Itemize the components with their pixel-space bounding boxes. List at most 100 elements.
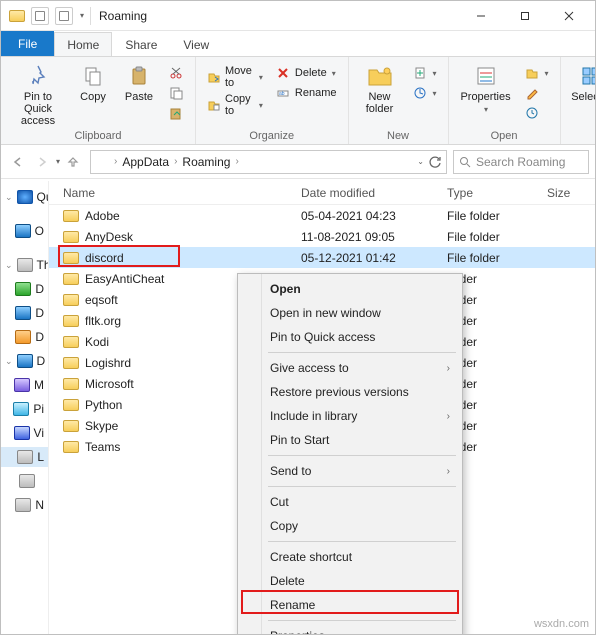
expand-icon[interactable]: ⌄	[5, 356, 13, 367]
chevron-right-icon[interactable]: ›	[111, 156, 120, 167]
expand-icon[interactable]: ⌄	[5, 192, 13, 203]
file-name: Kodi	[85, 335, 109, 349]
file-name: Teams	[85, 440, 120, 454]
folder-icon	[63, 441, 79, 453]
col-name[interactable]: Name	[49, 186, 293, 200]
nav-item-label: D	[37, 354, 46, 368]
up-button[interactable]	[62, 151, 84, 173]
copy-to-button[interactable]: Copy to▾	[204, 92, 266, 118]
col-type[interactable]: Type	[439, 186, 539, 200]
nav-tree-item[interactable]: ⌄Th	[1, 255, 48, 275]
file-date: 05-12-2021 01:42	[293, 251, 439, 265]
cm-send-to[interactable]: Send to›	[240, 459, 460, 483]
recent-locations-dropdown[interactable]: ▾	[56, 157, 60, 166]
tab-view[interactable]: View	[170, 32, 222, 56]
qat-dropdown-icon[interactable]: ▾	[80, 11, 84, 20]
tab-file[interactable]: File	[1, 31, 54, 56]
address-bar[interactable]: › AppData › Roaming › ⌄	[90, 150, 447, 174]
nav-tree-item[interactable]: D	[1, 303, 48, 323]
col-size[interactable]: Size	[539, 186, 595, 200]
chevron-right-icon[interactable]: ›	[232, 156, 241, 167]
cm-properties[interactable]: Properties	[240, 624, 460, 635]
nav-tree-item[interactable]: Vi	[1, 423, 48, 443]
properties-button[interactable]: Properties ▾	[457, 61, 515, 115]
easy-access-button[interactable]: ▾	[409, 84, 440, 102]
nav-item-icon	[15, 282, 31, 296]
file-date: 05-04-2021 04:23	[293, 209, 439, 223]
chevron-right-icon: ›	[447, 363, 450, 374]
tab-share[interactable]: Share	[112, 32, 170, 56]
cm-include-library[interactable]: Include in library›	[240, 404, 460, 428]
nav-tree-item[interactable]: N	[1, 495, 48, 515]
paste-shortcut-button[interactable]	[165, 104, 187, 122]
delete-button[interactable]: Delete▾	[272, 64, 340, 82]
minimize-button[interactable]	[459, 1, 503, 31]
breadcrumb[interactable]: AppData	[122, 155, 169, 169]
move-to-button[interactable]: Move to▾	[204, 64, 266, 90]
nav-tree-item[interactable]: D	[1, 279, 48, 299]
navigation-pane[interactable]: ⌄QuO⌄ThDDD⌄DMPiViLN	[1, 181, 49, 634]
file-type: File folder	[439, 230, 539, 244]
rename-button[interactable]: abRename	[272, 84, 340, 102]
table-row[interactable]: AnyDesk11-08-2021 09:05File folder	[49, 226, 595, 247]
address-dropdown-icon[interactable]: ⌄	[417, 157, 424, 166]
table-row[interactable]: discord05-12-2021 01:42File folder	[49, 247, 595, 268]
cut-button[interactable]	[165, 64, 187, 82]
breadcrumb[interactable]: Roaming	[182, 155, 230, 169]
nav-tree-item[interactable]: D	[1, 327, 48, 347]
cm-delete[interactable]: Delete	[240, 569, 460, 593]
file-name: eqsoft	[85, 293, 118, 307]
nav-item-label: D	[35, 330, 44, 344]
nav-tree-item[interactable]: ⌄D	[1, 351, 48, 371]
nav-tree-item[interactable]	[1, 471, 48, 491]
cm-pin-quick-access[interactable]: Pin to Quick access	[240, 325, 460, 349]
tab-home[interactable]: Home	[54, 32, 112, 56]
qat-button-2[interactable]	[55, 7, 73, 25]
nav-tree-item[interactable]: M	[1, 375, 48, 395]
pin-to-quick-access-button[interactable]: Pin to Quick access	[9, 61, 67, 127]
nav-tree-item[interactable]: Pi	[1, 399, 48, 419]
copy-path-icon	[168, 85, 184, 101]
copy-button[interactable]: Copy	[73, 61, 113, 103]
group-organize: Move to▾ Copy to▾ Delete▾ abRename Organ…	[196, 57, 349, 144]
nav-tree-item[interactable]: ⌄Qu	[1, 187, 48, 207]
col-date[interactable]: Date modified	[293, 186, 439, 200]
maximize-button[interactable]	[503, 1, 547, 31]
chevron-right-icon[interactable]: ›	[171, 156, 180, 167]
forward-button[interactable]	[31, 151, 53, 173]
search-box[interactable]: Search Roaming	[453, 150, 589, 174]
new-item-button[interactable]: ▾	[409, 64, 440, 82]
copy-path-button[interactable]	[165, 84, 187, 102]
title-bar: ▾ Roaming	[1, 1, 595, 31]
back-button[interactable]	[7, 151, 29, 173]
open-button[interactable]: ▾	[521, 64, 552, 82]
history-button[interactable]	[521, 104, 552, 122]
table-row[interactable]: Adobe05-04-2021 04:23File folder	[49, 205, 595, 226]
edit-button[interactable]	[521, 84, 552, 102]
close-button[interactable]	[547, 1, 591, 31]
cm-copy[interactable]: Copy	[240, 514, 460, 538]
qat-button-1[interactable]	[31, 7, 49, 25]
select-button[interactable]: Select ▾	[569, 61, 596, 103]
new-folder-button[interactable]: New folder	[357, 61, 403, 115]
cm-rename[interactable]: Rename	[240, 593, 460, 617]
nav-item-label: D	[35, 306, 44, 320]
column-headers[interactable]: Name Date modified Type Size	[49, 181, 595, 205]
pin-icon	[24, 63, 52, 89]
select-icon	[577, 63, 596, 89]
cm-cut[interactable]: Cut	[240, 490, 460, 514]
nav-tree-item[interactable]: O	[1, 221, 48, 241]
refresh-button[interactable]	[428, 155, 442, 169]
cm-create-shortcut[interactable]: Create shortcut	[240, 545, 460, 569]
navigation-bar: ▾ › AppData › Roaming › ⌄ Search Roaming	[1, 145, 595, 179]
new-item-icon	[412, 65, 428, 81]
cm-restore-versions[interactable]: Restore previous versions	[240, 380, 460, 404]
cm-give-access-to[interactable]: Give access to›	[240, 356, 460, 380]
cm-open[interactable]: Open	[240, 277, 460, 301]
cm-pin-start[interactable]: Pin to Start	[240, 428, 460, 452]
paste-button[interactable]: Paste	[119, 61, 159, 103]
expand-icon[interactable]: ⌄	[5, 260, 13, 271]
cm-open-new-window[interactable]: Open in new window	[240, 301, 460, 325]
nav-tree-item[interactable]: L	[1, 447, 48, 467]
window-title: Roaming	[99, 9, 147, 23]
